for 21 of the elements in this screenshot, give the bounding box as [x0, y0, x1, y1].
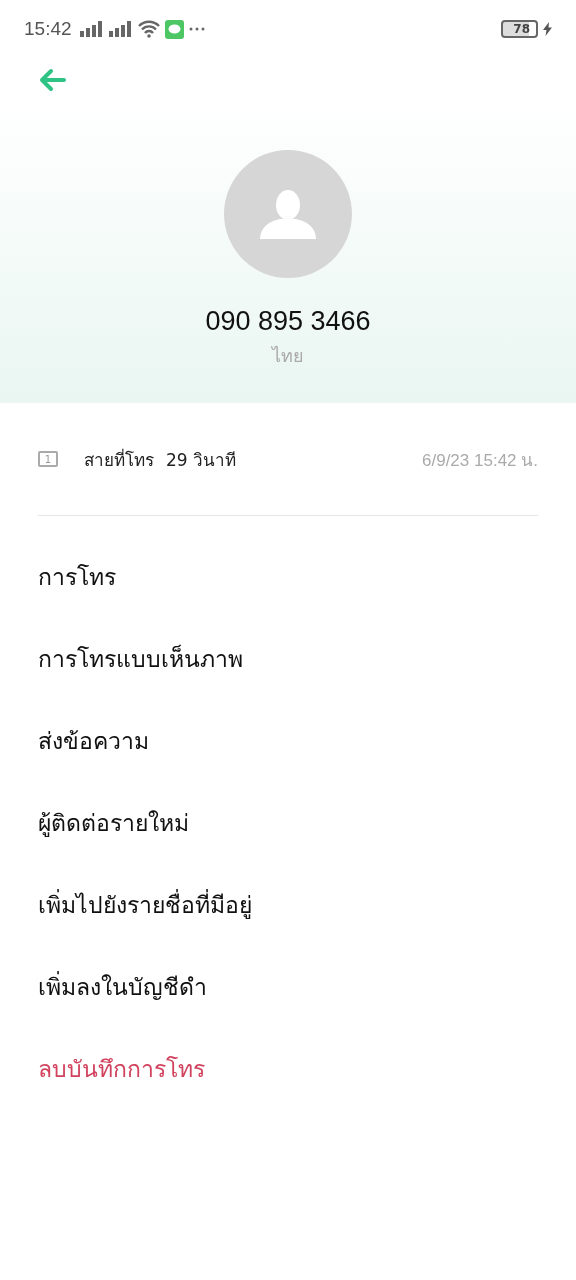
more-icon	[188, 27, 205, 31]
signal-icon	[79, 21, 104, 37]
call-datetime: 6/9/23 15:42 น.	[422, 449, 538, 472]
call-duration: 29 วินาที	[166, 448, 237, 472]
wifi-icon	[137, 20, 160, 38]
action-item[interactable]: ลบบันทึกการโทร	[0, 1028, 576, 1110]
chat-app-icon	[164, 19, 184, 39]
charging-icon	[543, 22, 552, 36]
action-item[interactable]: ส่งข้อความ	[0, 700, 576, 782]
signal-icon	[108, 21, 133, 37]
status-time: 15:42	[24, 18, 72, 40]
action-item[interactable]: การโทร	[0, 536, 576, 618]
call-type: สายที่โทร	[84, 447, 154, 472]
action-item[interactable]: การโทรแบบเห็นภาพ	[0, 618, 576, 700]
action-item[interactable]: เพิ่มไปยังรายชื่อที่มีอยู่	[0, 864, 576, 946]
location-label: ไทย	[272, 344, 304, 368]
sim-icon: 1	[38, 451, 58, 467]
phone-number: 090 895 3466	[205, 306, 371, 337]
action-item[interactable]: ผู้ติดต่อรายใหม่	[0, 782, 576, 864]
action-item[interactable]: เพิ่มลงในบัญชีดำ	[0, 946, 576, 1028]
battery-level: 78	[501, 20, 538, 38]
